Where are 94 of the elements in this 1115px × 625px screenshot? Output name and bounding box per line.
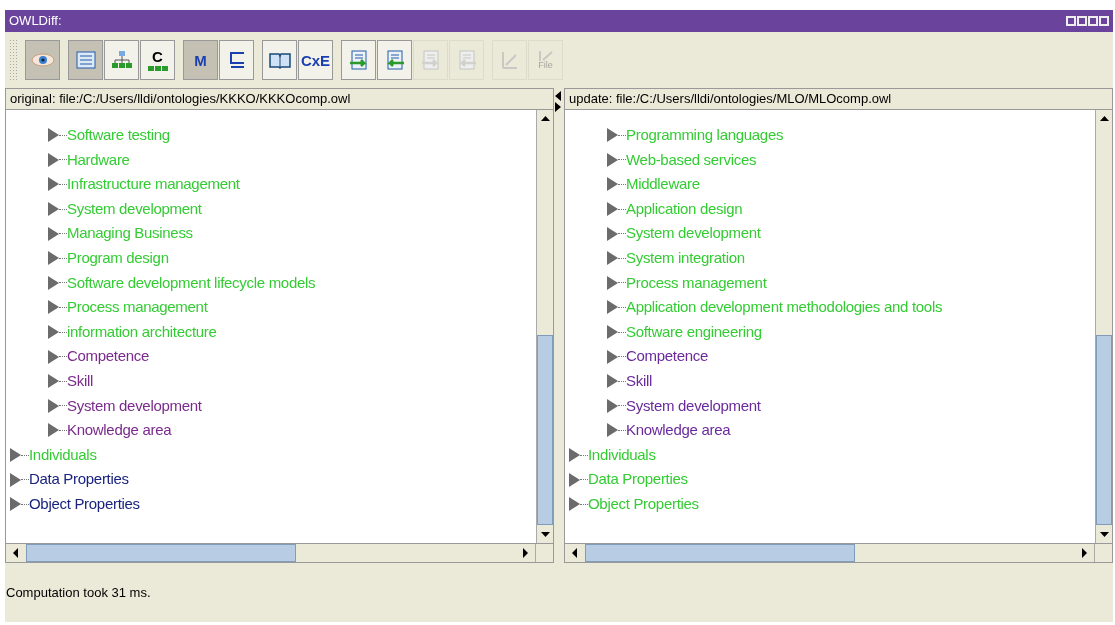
expand-arrow-icon[interactable] bbox=[607, 226, 618, 241]
tree-node-label[interactable]: Application design bbox=[626, 197, 743, 221]
bracket-icon bbox=[227, 51, 246, 69]
expand-arrow-icon[interactable] bbox=[607, 177, 618, 192]
expand-arrow-icon[interactable] bbox=[48, 349, 59, 364]
eye-icon bbox=[30, 52, 55, 68]
expand-arrow-icon[interactable] bbox=[48, 128, 59, 143]
tree-node-label[interactable]: Data Properties bbox=[29, 468, 129, 491]
tree-node-label[interactable]: System development bbox=[67, 394, 202, 418]
tree-node-label[interactable]: Skill bbox=[626, 370, 652, 393]
pane-header: original: file:/C:/Users/lldi/ontologies/KKKO/KKKOcomp.owl bbox=[5, 88, 554, 110]
list-icon bbox=[75, 51, 96, 69]
expand-arrow-icon[interactable] bbox=[569, 472, 580, 487]
expand-arrow-icon[interactable] bbox=[607, 300, 618, 315]
tree-node-label[interactable]: information architecture bbox=[67, 320, 217, 344]
expand-arrow-icon[interactable] bbox=[10, 497, 21, 512]
expand-arrow-icon[interactable] bbox=[48, 398, 59, 413]
tree-node-label[interactable]: Individuals bbox=[588, 443, 656, 467]
toolbar-button[interactable]: C bbox=[140, 40, 175, 80]
tree-node-label[interactable]: Programming languages bbox=[626, 124, 784, 147]
divider-arrows-icon[interactable] bbox=[554, 91, 562, 113]
document-right-arrow-icon bbox=[419, 50, 442, 70]
scrollbar-thumb[interactable] bbox=[537, 335, 553, 525]
expand-arrow-icon[interactable] bbox=[48, 423, 59, 438]
tree-node-label[interactable]: Knowledge area bbox=[626, 419, 731, 442]
toolbar-button[interactable] bbox=[377, 40, 412, 80]
expand-arrow-icon[interactable] bbox=[607, 275, 618, 290]
expand-arrow-icon[interactable] bbox=[48, 177, 59, 192]
expand-arrow-icon[interactable] bbox=[48, 275, 59, 290]
tree-node-label[interactable]: Individuals bbox=[29, 443, 97, 467]
letter-icon: CxE bbox=[300, 52, 331, 68]
tree-node-label[interactable]: System integration bbox=[626, 247, 745, 270]
toolbar-button[interactable]: M bbox=[183, 40, 218, 80]
expand-arrow-icon[interactable] bbox=[607, 423, 618, 438]
expand-arrow-icon[interactable] bbox=[607, 325, 618, 340]
vertical-scrollbar[interactable] bbox=[536, 110, 553, 543]
tree-node-label[interactable]: Infrastructure management bbox=[67, 173, 240, 196]
tree-node-label[interactable]: Competence bbox=[67, 345, 150, 368]
horizontal-scrollbar[interactable] bbox=[564, 544, 1113, 563]
tree-node-label[interactable]: Process management bbox=[626, 271, 767, 295]
expand-arrow-icon[interactable] bbox=[607, 251, 618, 266]
window-title: OWLDiff: bbox=[9, 12, 62, 31]
toolbar-button[interactable] bbox=[25, 40, 60, 80]
tree-node-label[interactable]: Knowledge area bbox=[67, 419, 172, 442]
tree-node-label[interactable]: Program design bbox=[67, 247, 169, 270]
expand-arrow-icon[interactable] bbox=[48, 374, 59, 389]
pane-header: update: file:/C:/Users/lldi/ontologies/MLO/MLOcomp.owl bbox=[564, 88, 1113, 110]
tree-node-label[interactable]: Web-based services bbox=[626, 148, 757, 172]
tree-node-label[interactable]: Object Properties bbox=[588, 492, 699, 516]
tree-node-label[interactable]: Process management bbox=[67, 296, 208, 319]
toolbar-button[interactable]: CxE bbox=[298, 40, 333, 80]
tree-node-label[interactable]: Skill bbox=[67, 370, 93, 393]
tree-node-label[interactable]: System development bbox=[626, 394, 761, 418]
expand-arrow-icon[interactable] bbox=[48, 202, 59, 217]
scrollbar-thumb[interactable] bbox=[1096, 335, 1112, 525]
tree-node-label[interactable]: Hardware bbox=[67, 148, 130, 172]
expand-arrow-icon[interactable] bbox=[569, 448, 580, 462]
vertical-scrollbar[interactable] bbox=[1095, 110, 1112, 543]
expand-arrow-icon[interactable] bbox=[48, 325, 59, 340]
tree-node-label[interactable]: Application development methodologies and tools bbox=[626, 296, 943, 319]
tree-node-label[interactable]: Competence bbox=[626, 345, 709, 368]
status-message: Computation took 31 ms. bbox=[6, 583, 151, 602]
book-icon bbox=[267, 51, 292, 69]
expand-arrow-icon[interactable] bbox=[607, 152, 618, 167]
hierarchy-icon bbox=[110, 50, 133, 70]
letter-icon: M bbox=[194, 52, 207, 68]
expand-arrow-icon[interactable] bbox=[607, 202, 618, 217]
tree-node-label[interactable]: Software testing bbox=[67, 124, 170, 147]
toolbar-button[interactable] bbox=[219, 40, 254, 80]
tree-node-label[interactable]: Managing Business bbox=[67, 222, 193, 245]
tree-node-label[interactable]: System development bbox=[626, 222, 761, 245]
document-right-arrow-icon bbox=[347, 50, 370, 70]
tree-node-label[interactable]: Software engineering bbox=[626, 320, 762, 344]
expand-arrow-icon[interactable] bbox=[607, 398, 618, 413]
tree-node-label[interactable]: Data Properties bbox=[588, 468, 688, 491]
scrollbar-thumb[interactable] bbox=[585, 544, 855, 562]
expand-arrow-icon[interactable] bbox=[48, 300, 59, 315]
horizontal-scrollbar[interactable] bbox=[5, 544, 554, 563]
tree-node-label[interactable]: Middleware bbox=[626, 173, 700, 196]
toolbar-button[interactable] bbox=[341, 40, 376, 80]
expand-arrow-icon[interactable] bbox=[10, 448, 21, 462]
tree-node-label[interactable]: Object Properties bbox=[29, 492, 140, 516]
expand-arrow-icon[interactable] bbox=[607, 349, 618, 364]
expand-arrow-icon[interactable] bbox=[48, 226, 59, 241]
toolbar-button[interactable] bbox=[262, 40, 297, 80]
scrollbar-thumb[interactable] bbox=[26, 544, 296, 562]
expand-arrow-icon[interactable] bbox=[607, 374, 618, 389]
tree-node-label[interactable]: Software development lifecycle models bbox=[67, 271, 316, 295]
expand-arrow-icon[interactable] bbox=[10, 472, 21, 487]
expand-arrow-icon[interactable] bbox=[569, 497, 580, 512]
expand-arrow-icon[interactable] bbox=[48, 251, 59, 266]
tree-node-label[interactable]: System development bbox=[67, 197, 202, 221]
expand-arrow-icon[interactable] bbox=[607, 128, 618, 143]
expand-arrow-icon[interactable] bbox=[48, 152, 59, 167]
